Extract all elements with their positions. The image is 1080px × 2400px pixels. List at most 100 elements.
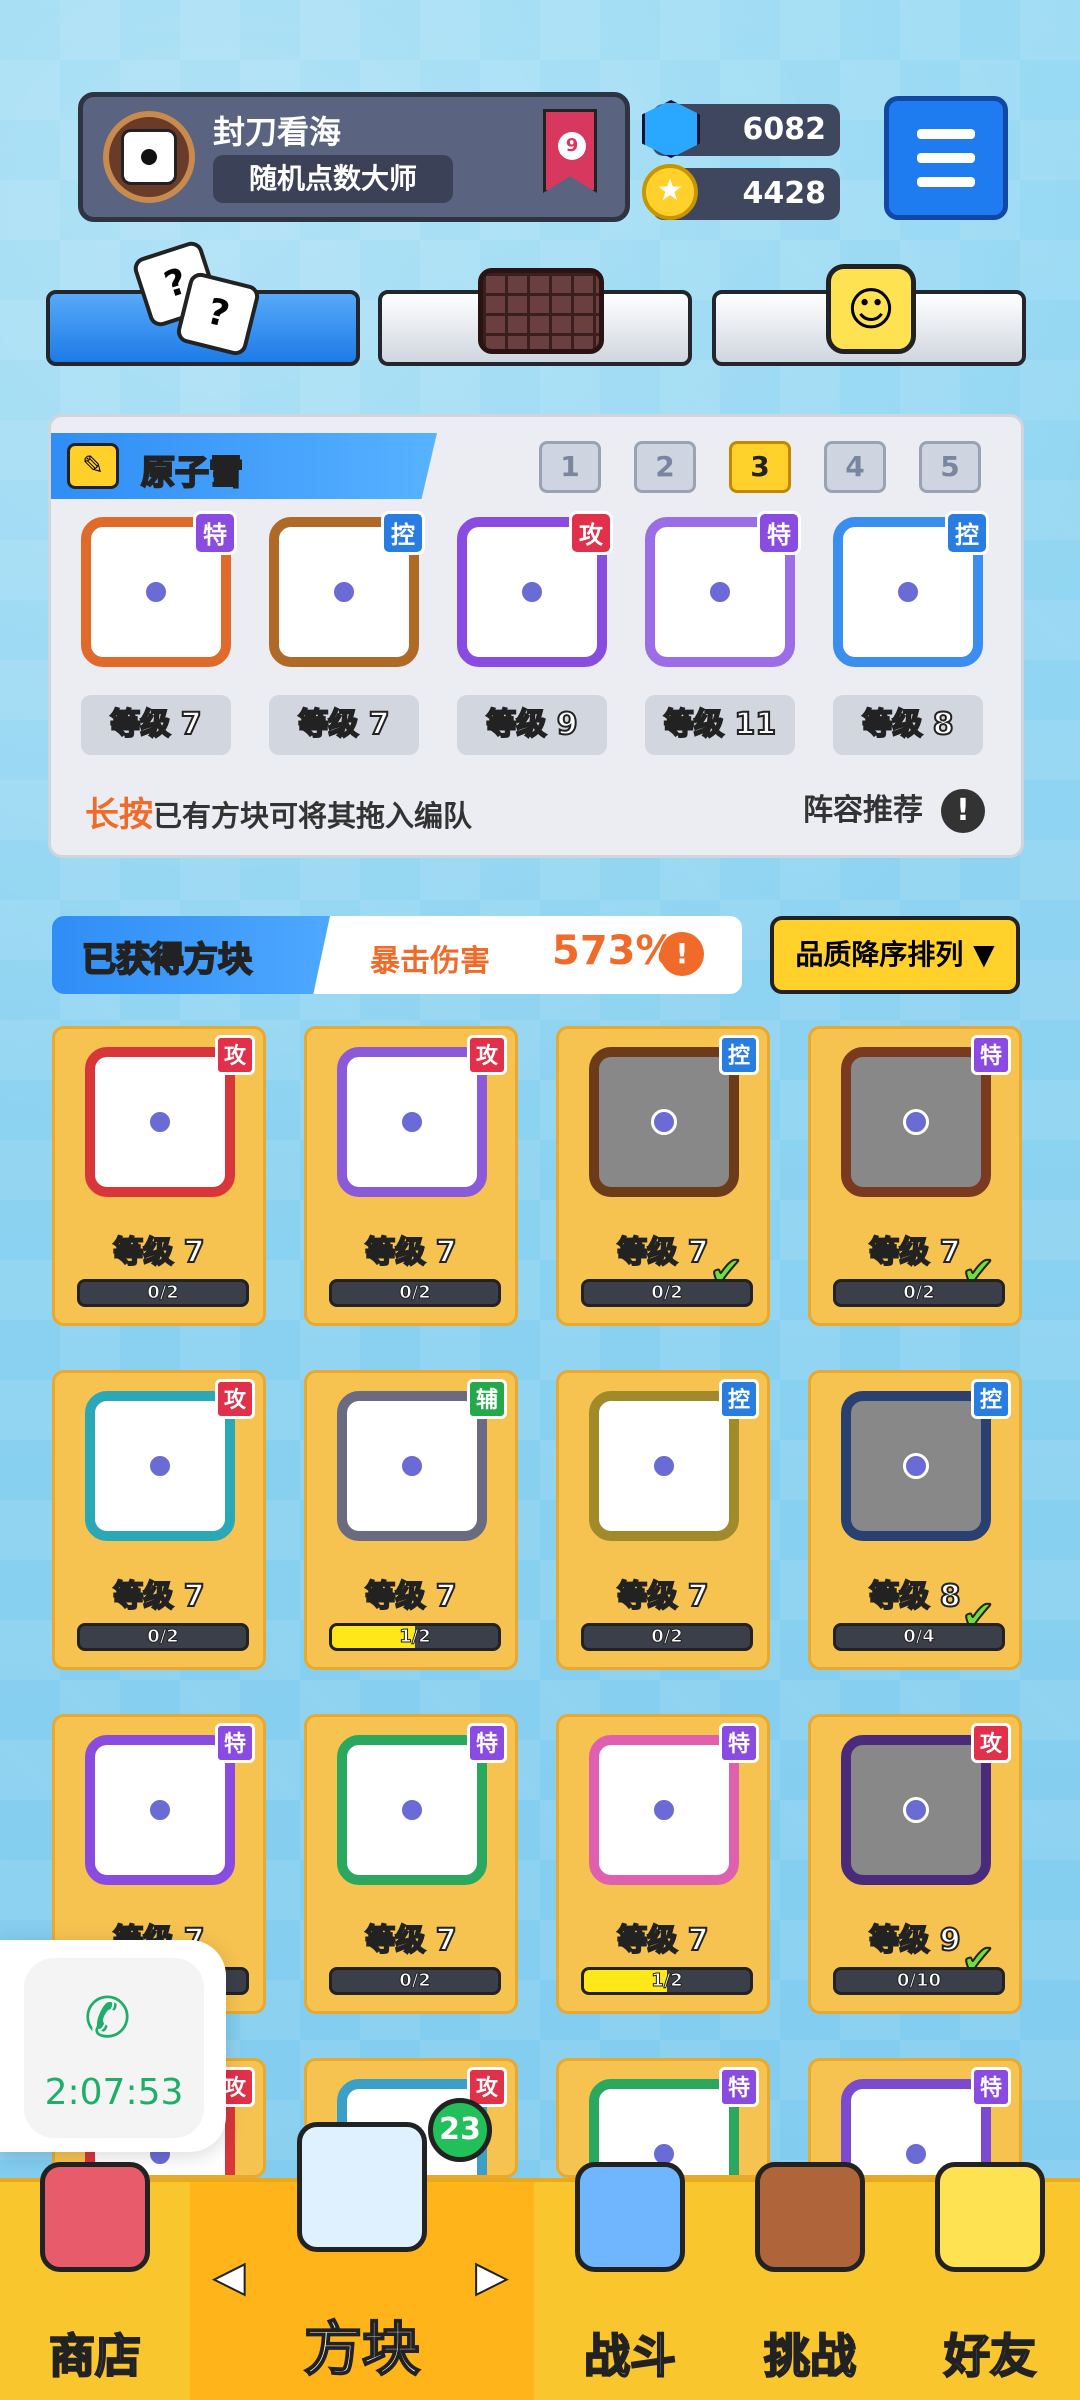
call-inner: ✆ 2:07:53 bbox=[24, 1958, 204, 2138]
nav-friends[interactable]: 好友 bbox=[900, 2162, 1080, 2400]
board-icon bbox=[478, 268, 604, 354]
block-card[interactable]: 特等级 7 1/2 bbox=[556, 1714, 770, 2014]
block-level: 等级 7 bbox=[616, 1578, 709, 1615]
block-icon bbox=[589, 1391, 739, 1541]
sort-dropdown[interactable]: 品质降序排列 ▼ bbox=[770, 916, 1020, 994]
owned-header: 已获得方块 暴击伤害 573% ! bbox=[52, 916, 742, 994]
block-card[interactable]: 攻等级 7 0/2 bbox=[304, 1026, 518, 1326]
player-profile-card[interactable]: 封刀看海 随机点数大师 9 bbox=[78, 92, 630, 222]
team-header: ✎ 原子雪 bbox=[51, 433, 437, 499]
team-card[interactable]: 控 bbox=[833, 511, 989, 667]
team-slot-4[interactable]: 4 bbox=[824, 441, 886, 493]
team-slot-2[interactable]: 2 bbox=[634, 441, 696, 493]
block-core-icon bbox=[331, 579, 357, 605]
block-core-icon bbox=[903, 1453, 929, 1479]
type-badge: 特 bbox=[215, 1723, 255, 1763]
block-card[interactable]: 辅等级 7 1/2 bbox=[304, 1370, 518, 1670]
team-card[interactable]: 特 bbox=[81, 511, 237, 667]
progress-text: 0/2 bbox=[399, 1970, 432, 1992]
block-card[interactable]: 攻等级 7 0/2 bbox=[52, 1370, 266, 1670]
block-card[interactable]: 特 ✔ 等级 7 0/2 bbox=[808, 1026, 1022, 1326]
type-badge: 辅 bbox=[467, 1379, 507, 1419]
phone-icon: ✆ bbox=[84, 1986, 131, 2051]
team-slot-1[interactable]: 1 bbox=[539, 441, 601, 493]
nav-battle-label: 战斗 bbox=[583, 2328, 677, 2384]
block-core-icon bbox=[399, 1797, 425, 1823]
block-core-icon bbox=[651, 1453, 677, 1479]
shop-icon bbox=[40, 2162, 150, 2272]
coin-icon: ★ bbox=[642, 164, 698, 220]
hint-text: 已有方块可将其拖入编队 bbox=[153, 799, 473, 833]
block-level: 等级 7 bbox=[364, 1922, 457, 1959]
team-slot-5[interactable]: 5 bbox=[919, 441, 981, 493]
block-core-icon bbox=[147, 1109, 173, 1135]
block-icon bbox=[85, 1391, 235, 1541]
progress-text: 1/2 bbox=[651, 1970, 684, 1992]
team-card-level: 等级 11 bbox=[645, 695, 795, 755]
type-badge: 特 bbox=[193, 511, 237, 555]
block-core-icon bbox=[895, 579, 921, 605]
block-card[interactable]: 特 bbox=[808, 2058, 1022, 2178]
block-core-icon bbox=[707, 579, 733, 605]
blocks-count-badge: 23 bbox=[428, 2098, 492, 2162]
progress-text: 0/2 bbox=[399, 1282, 432, 1304]
type-badge: 攻 bbox=[215, 1035, 255, 1075]
block-icon bbox=[589, 1735, 739, 1885]
gem-counter[interactable]: 6082 bbox=[642, 100, 840, 158]
block-core-icon bbox=[651, 1797, 677, 1823]
player-title: 随机点数大师 bbox=[213, 155, 453, 203]
upgrade-progress-bar: 0/2 bbox=[581, 1279, 753, 1307]
type-badge: 攻 bbox=[569, 511, 613, 555]
type-badge: 控 bbox=[945, 511, 989, 555]
team-card[interactable]: 控 bbox=[269, 511, 425, 667]
edit-pencil-icon[interactable]: ✎ bbox=[67, 443, 119, 489]
coin-counter[interactable]: ★ 4428 bbox=[642, 164, 840, 220]
block-card[interactable]: 特等级 7 0/2 bbox=[304, 1714, 518, 2014]
menu-button[interactable] bbox=[884, 96, 1008, 220]
block-card[interactable]: 攻等级 7 0/2 bbox=[52, 1026, 266, 1326]
block-core-icon bbox=[143, 579, 169, 605]
nav-left-arrow-icon[interactable]: ◀ bbox=[213, 2253, 246, 2301]
type-badge: 控 bbox=[719, 1035, 759, 1075]
team-slot-3[interactable]: 3 bbox=[729, 441, 791, 493]
block-card[interactable]: 控 ✔ 等级 8 0/4 bbox=[808, 1370, 1022, 1670]
team-card[interactable]: 特 bbox=[645, 511, 801, 667]
block-level: 等级 7 bbox=[112, 1578, 205, 1615]
player-name: 封刀看海 bbox=[213, 113, 342, 151]
mystery-box-icon bbox=[297, 2122, 427, 2252]
smile-face-icon: ☺ bbox=[826, 264, 916, 354]
block-card[interactable]: 特 bbox=[556, 2058, 770, 2178]
upgrade-progress-bar: 0/2 bbox=[581, 1623, 753, 1651]
progress-text: 0/10 bbox=[896, 1970, 942, 1992]
avatar[interactable] bbox=[103, 111, 195, 203]
progress-text: 0/2 bbox=[147, 1626, 180, 1648]
menu-line bbox=[917, 177, 975, 187]
block-card[interactable]: 攻 ✔ 等级 9 0/10 bbox=[808, 1714, 1022, 2014]
nav-right-arrow-icon[interactable]: ▶ bbox=[475, 2253, 508, 2301]
nav-battle[interactable]: 战斗 bbox=[540, 2162, 720, 2400]
call-widget[interactable]: ✆ 2:07:53 bbox=[0, 1940, 226, 2152]
block-level: 等级 7 bbox=[364, 1578, 457, 1615]
progress-text: 0/4 bbox=[903, 1626, 936, 1648]
block-icon bbox=[85, 1735, 235, 1885]
progress-text: 0/2 bbox=[651, 1626, 684, 1648]
block-core-icon bbox=[903, 1109, 929, 1135]
block-card[interactable]: 控等级 7 0/2 bbox=[556, 1370, 770, 1670]
upgrade-progress-bar: 0/2 bbox=[833, 1279, 1005, 1307]
progress-text: 1/2 bbox=[399, 1626, 432, 1648]
gem-value: 6082 bbox=[742, 112, 827, 147]
nav-shop[interactable]: 商店 bbox=[0, 2162, 190, 2400]
rank-ribbon-icon[interactable]: 9 bbox=[543, 109, 597, 193]
block-card[interactable]: 控 ✔ 等级 7 0/2 bbox=[556, 1026, 770, 1326]
block-icon bbox=[337, 1735, 487, 1885]
block-icon bbox=[337, 1047, 487, 1197]
block-core-icon bbox=[399, 1453, 425, 1479]
block-core-icon bbox=[903, 1797, 929, 1823]
nav-challenge[interactable]: 挑战 bbox=[720, 2162, 900, 2400]
team-card[interactable]: 攻 bbox=[457, 511, 613, 667]
recommend-button[interactable]: 阵容推荐! bbox=[803, 785, 985, 833]
owned-title: 已获得方块 bbox=[81, 939, 253, 981]
block-level: 等级 7 bbox=[616, 1234, 709, 1271]
crit-info-icon[interactable]: ! bbox=[660, 932, 704, 976]
info-icon: ! bbox=[941, 789, 985, 833]
